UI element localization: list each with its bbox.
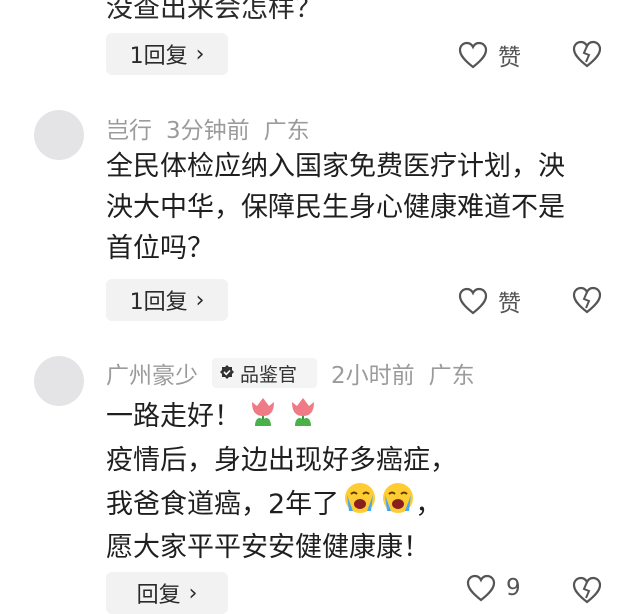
reply-button[interactable]: 1回复 › — [106, 33, 228, 75]
comment-line: 一路走好！ — [106, 392, 616, 440]
comment-line: 愿大家平平安安健健康康！ — [106, 532, 430, 563]
tulip-emoji-icon — [245, 392, 281, 440]
dislike-button[interactable] — [572, 286, 602, 318]
tulip-emoji-icon — [285, 392, 321, 440]
chevron-right-icon: › — [195, 287, 205, 313]
heart-icon — [458, 287, 488, 315]
dislike-button[interactable] — [572, 40, 602, 72]
username[interactable]: 广州豪少 — [106, 356, 198, 390]
comment-text: 全民体检应纳入国家免费医疗计划，泱 泱大中华，保障民生身心健康难道不是 首位吗？ — [106, 146, 616, 269]
broken-heart-icon — [572, 40, 602, 68]
chevron-right-icon: › — [195, 41, 205, 67]
comment-line: 泱大中华，保障民生身心健康难道不是 — [106, 192, 565, 223]
reply-count-label: 1回复 — [129, 290, 188, 315]
broken-heart-icon — [572, 576, 602, 604]
badge-label: 品鉴官 — [240, 363, 298, 386]
like-label: 赞 — [498, 45, 521, 71]
reply-button[interactable]: 回复 › — [106, 572, 228, 614]
comment-line: 我爸食道癌，2年了 ， — [106, 481, 616, 527]
like-button[interactable]: 9 — [466, 574, 521, 602]
comment-text-cropped: 没查出来会怎样？ — [106, 0, 322, 24]
badge[interactable]: 品鉴官 — [212, 358, 318, 388]
reply-count-label: 回复 — [136, 583, 181, 608]
avatar[interactable] — [34, 110, 84, 160]
comment-line-text: ， — [415, 488, 443, 520]
heart-icon — [458, 41, 488, 69]
timestamp: 3分钟前 — [166, 118, 250, 144]
username[interactable]: 岂行 — [106, 111, 152, 145]
comment-line: 全民体检应纳入国家免费医疗计划，泱 — [106, 151, 565, 182]
crying-emoji-icon — [381, 481, 415, 527]
avatar[interactable] — [34, 356, 84, 406]
crying-emoji-icon — [343, 481, 377, 527]
broken-heart-icon — [572, 286, 602, 314]
dislike-button[interactable] — [572, 576, 602, 608]
region: 广东 — [263, 118, 310, 144]
reply-button[interactable]: 1回复 › — [106, 279, 228, 321]
like-count: 9 — [506, 575, 521, 601]
verified-badge-icon — [220, 365, 234, 379]
region: 广东 — [428, 363, 475, 389]
like-label: 赞 — [498, 291, 521, 317]
comment-line: 首位吗？ — [106, 233, 214, 264]
reply-count-label: 1回复 — [129, 44, 188, 69]
comment-line-text: 一路走好！ — [106, 400, 241, 432]
like-button[interactable]: 赞 — [458, 38, 521, 72]
comment-line: 疫情后，身边出现好多癌症， — [106, 445, 457, 476]
timestamp: 2小时前 — [331, 363, 415, 389]
comment-text: 一路走好！ 疫情后，身边出现好多癌症， 我爸食道癌，2年了 ， 愿大家平平安安健… — [106, 392, 616, 568]
comment-meta: 岂行 3分钟前 广东 — [106, 111, 324, 145]
comment-line-text: 我爸食道癌，2年了 — [106, 488, 340, 520]
chevron-right-icon: › — [188, 580, 198, 606]
like-button[interactable]: 赞 — [458, 284, 521, 318]
comment-meta: 广州豪少 品鉴官 2小时前 广东 — [106, 356, 489, 390]
heart-icon — [466, 574, 496, 602]
